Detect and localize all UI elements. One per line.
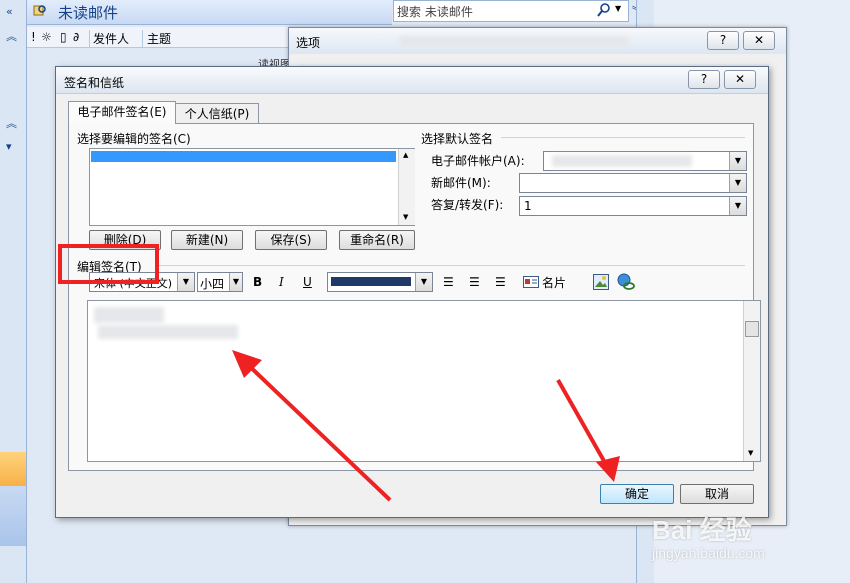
watermark-url: jingyan.baidu.com bbox=[652, 545, 765, 561]
tab-email-signature[interactable]: 电子邮件签名(E) bbox=[68, 101, 176, 124]
arrow-to-ok bbox=[556, 379, 610, 469]
arrow-to-editor bbox=[243, 360, 392, 502]
arrow-head bbox=[596, 456, 620, 482]
annotation-arrows bbox=[232, 350, 620, 502]
watermark-brand: Bai 经验 bbox=[652, 515, 752, 545]
